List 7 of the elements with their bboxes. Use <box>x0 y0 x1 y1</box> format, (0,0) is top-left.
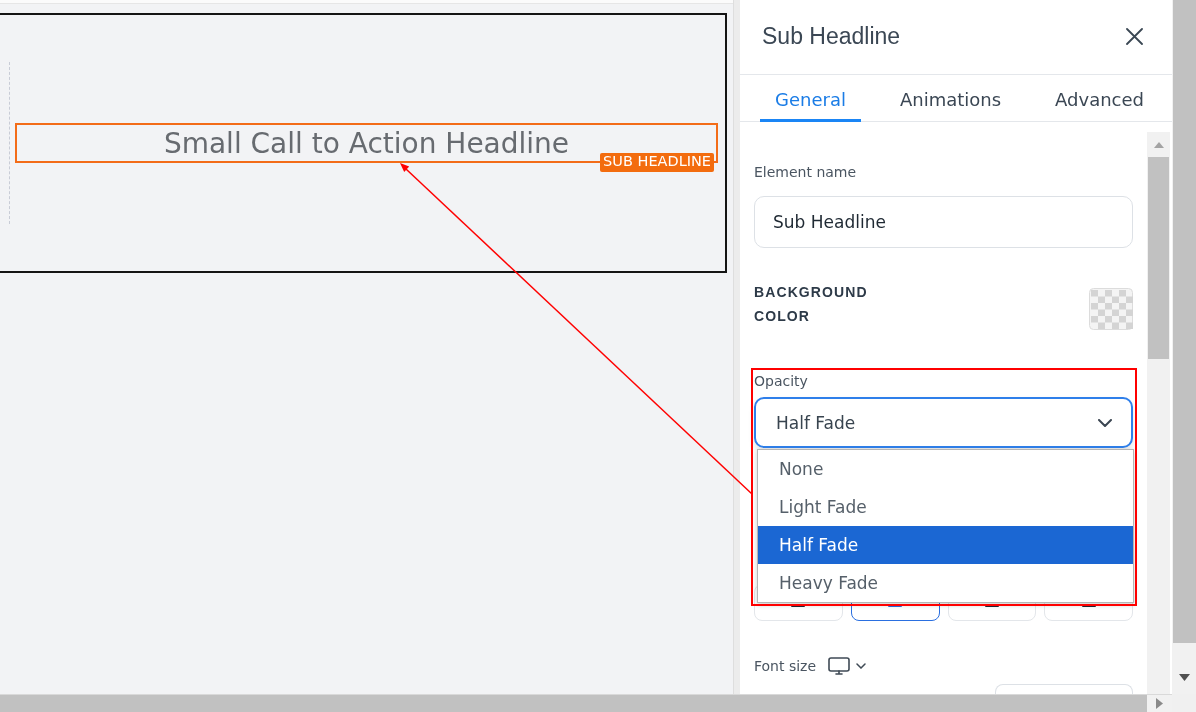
font-size-label: Font size <box>754 657 817 676</box>
headline-text: Small Call to Action Headline <box>163 126 570 160</box>
panel-title: Sub Headline <box>762 22 901 50</box>
opacity-label: Opacity <box>754 372 809 391</box>
element-name-label: Element name <box>754 163 858 182</box>
element-type-badge: SUB HEADLINE <box>600 153 714 172</box>
background-color-label: BACKGROUND COLOR <box>754 283 869 326</box>
